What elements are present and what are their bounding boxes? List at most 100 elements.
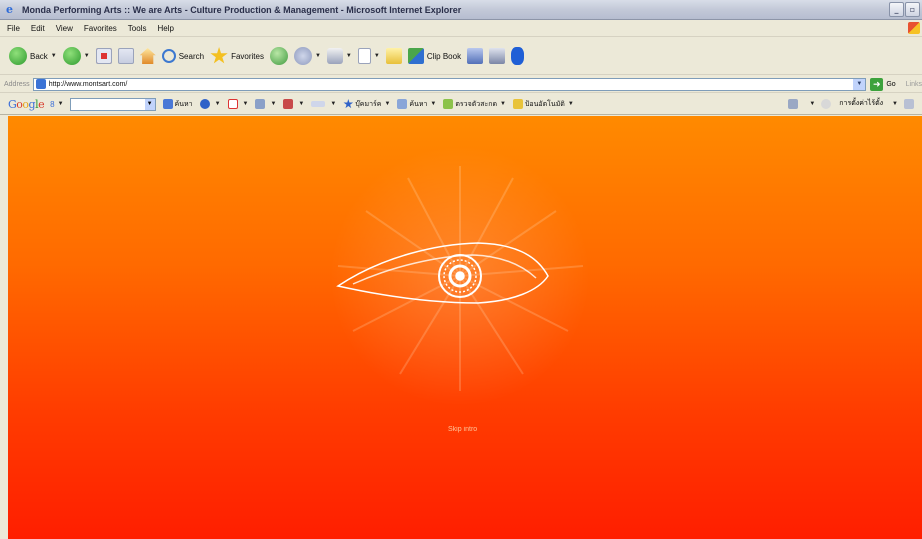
star-icon xyxy=(343,99,354,109)
search-icon xyxy=(161,49,176,63)
spellcheck-icon xyxy=(443,99,454,109)
menu-view[interactable]: View xyxy=(56,24,73,33)
refresh-icon xyxy=(117,48,134,64)
chevron-down-icon[interactable]: ▼ xyxy=(384,101,390,107)
mail-icon xyxy=(293,47,312,65)
star-icon xyxy=(210,47,228,64)
address-bar: Address http://www.montsart.com/ ▼ ➜ Go … xyxy=(0,76,922,93)
search-button[interactable]: Search xyxy=(161,49,204,63)
clipbook-label: Clip Book xyxy=(426,51,462,61)
globe-icon xyxy=(199,99,210,109)
folder-button[interactable] xyxy=(385,48,402,64)
chevron-down-icon[interactable]: ▼ xyxy=(58,101,64,107)
chevron-down-icon[interactable]: ▼ xyxy=(270,101,276,107)
menu-help[interactable]: Help xyxy=(157,24,173,33)
gmail-button[interactable]: ▼ xyxy=(227,99,249,109)
address-input[interactable]: http://www.montsart.com/ ▼ xyxy=(32,77,867,91)
windows-logo-icon xyxy=(908,22,920,34)
google-web-button[interactable]: ▼ xyxy=(199,99,221,109)
chevron-down-icon[interactable]: ▼ xyxy=(853,78,866,90)
gmail-icon xyxy=(227,99,238,109)
puzzle-icon xyxy=(255,99,266,109)
history-icon xyxy=(269,47,288,65)
google-menu-button[interactable]: 8 xyxy=(50,100,54,109)
print-button[interactable]: ▼ xyxy=(326,48,352,64)
research-button[interactable] xyxy=(489,48,506,64)
chevron-down-icon[interactable]: ▼ xyxy=(51,53,57,59)
chevron-down-icon[interactable]: ▼ xyxy=(84,53,90,59)
options-icon[interactable] xyxy=(904,98,914,109)
google-search-input[interactable]: ▼ xyxy=(69,97,156,111)
chevron-down-icon[interactable]: ▼ xyxy=(144,98,155,110)
links-button[interactable]: Links xyxy=(906,81,922,88)
refresh-button[interactable] xyxy=(117,48,134,64)
autofill-button[interactable]: ป้อนอัตโนมัติ ▼ xyxy=(512,99,574,110)
spellcheck-label: ตรวจตัวสะกด xyxy=(455,100,498,108)
home-icon xyxy=(139,48,156,64)
home-button[interactable] xyxy=(139,48,156,64)
search-icon xyxy=(397,99,408,109)
clipbook-button[interactable]: Clip Book xyxy=(407,48,462,64)
back-button[interactable]: Back ▼ xyxy=(9,47,57,65)
clipbook-icon xyxy=(407,48,424,64)
title-bar[interactable]: e Monda Performing Arts :: We are Arts -… xyxy=(0,0,922,20)
folder-icon xyxy=(385,48,402,64)
menu-tools[interactable]: Tools xyxy=(128,24,147,33)
forward-button[interactable]: ▼ xyxy=(62,47,90,65)
menu-bar: File Edit View Favorites Tools Help xyxy=(0,20,922,37)
messenger-icon xyxy=(467,48,484,64)
chevron-down-icon[interactable]: ▼ xyxy=(243,101,249,107)
skip-intro-link[interactable]: Skip intro xyxy=(448,426,477,433)
settings-icon xyxy=(821,98,832,109)
printer-icon xyxy=(326,48,343,64)
google-search2-label: ค้นหา xyxy=(409,100,428,108)
menu-edit[interactable]: Edit xyxy=(31,24,45,33)
google-search-button[interactable]: ค้นหา xyxy=(162,99,193,110)
mail-button[interactable]: ▼ xyxy=(293,47,321,65)
history-button[interactable] xyxy=(269,47,288,65)
bookmark-label: บุ๊คมาร์ค xyxy=(355,100,382,108)
messenger-button[interactable] xyxy=(467,48,484,64)
back-label: Back xyxy=(30,51,48,61)
chevron-down-icon[interactable]: ▼ xyxy=(374,53,380,59)
bluetooth-button[interactable] xyxy=(511,47,525,65)
minimize-button[interactable]: _ xyxy=(889,2,904,17)
chevron-down-icon[interactable]: ▼ xyxy=(330,101,336,107)
intro-animation[interactable] xyxy=(8,116,922,539)
chevron-down-icon[interactable]: ▼ xyxy=(568,101,574,107)
settings-label[interactable]: การตั้งค่าไร้ตั้ง xyxy=(839,98,883,109)
chevron-down-icon[interactable]: ▼ xyxy=(430,101,436,107)
google-toolbar: Google 8 ▼ ▼ ค้นหา ▼ ▼ ▼ ▼ ▼ บุ๊คมาร์ค ▼… xyxy=(0,94,922,115)
chevron-down-icon[interactable]: ▼ xyxy=(500,101,506,107)
back-arrow-icon xyxy=(9,47,27,65)
autofill-icon xyxy=(512,99,523,109)
pagerank-icon xyxy=(311,101,326,107)
menu-favorites[interactable]: Favorites xyxy=(84,24,117,33)
go-button[interactable]: ➜ Go xyxy=(870,77,896,91)
standard-toolbar: Back ▼ ▼ Search Favorites ▼ ▼ ▼ Clip Boo… xyxy=(0,38,922,75)
menu-file[interactable]: File xyxy=(7,24,20,33)
google-search2-button[interactable]: ค้นหา ▼ xyxy=(397,99,436,110)
forward-arrow-icon xyxy=(62,47,81,65)
google-logo[interactable]: Google xyxy=(8,98,45,111)
puzzle-button[interactable]: ▼ xyxy=(255,99,276,109)
stop-button[interactable] xyxy=(95,48,112,64)
chevron-down-icon[interactable]: ▼ xyxy=(346,53,352,59)
bookmark-button[interactable]: บุ๊คมาร์ค ▼ xyxy=(343,99,390,110)
chevron-down-icon[interactable]: ▼ xyxy=(892,101,898,107)
favorites-button[interactable]: Favorites xyxy=(210,47,264,65)
bluetooth-icon xyxy=(511,47,525,65)
google-g-icon xyxy=(162,99,173,109)
chevron-down-icon[interactable]: ▼ xyxy=(298,101,304,107)
chevron-down-icon[interactable]: ▼ xyxy=(215,101,221,107)
highlight-icon[interactable] xyxy=(788,98,799,109)
edit-button[interactable]: ▼ xyxy=(357,48,380,64)
spellcheck-button[interactable]: ตรวจตัวสะกด ▼ xyxy=(443,99,506,110)
chevron-down-icon[interactable]: ▼ xyxy=(809,101,815,107)
popup-blocker-button[interactable]: ▼ xyxy=(283,99,304,109)
stop-icon xyxy=(95,48,112,64)
pagerank-button[interactable]: ▼ xyxy=(311,101,336,107)
maximize-button[interactable]: ▫ xyxy=(905,2,920,17)
address-url[interactable]: http://www.montsart.com/ xyxy=(49,81,128,88)
chevron-down-icon[interactable]: ▼ xyxy=(315,53,321,59)
